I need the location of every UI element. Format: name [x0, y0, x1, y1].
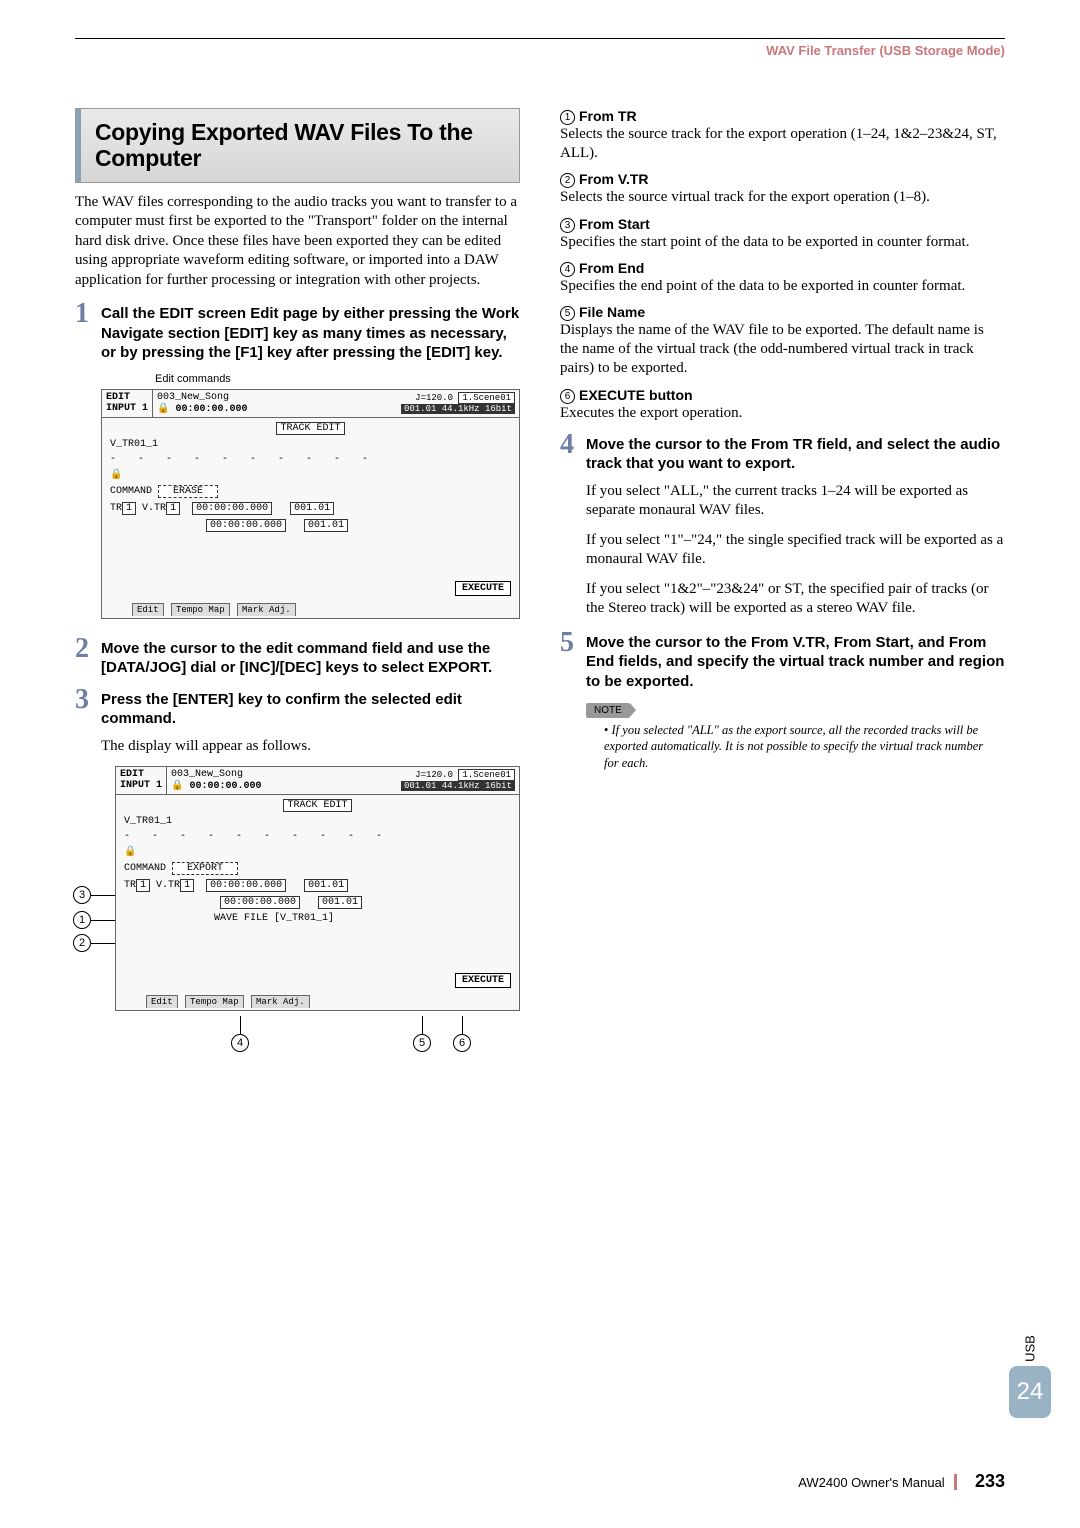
- step-number: 1: [75, 300, 93, 328]
- step-4-body-3: If you select "1&2"–"23&24" or ST, the s…: [560, 580, 1005, 619]
- step-2: 2 Move the cursor to the edit command fi…: [75, 635, 520, 678]
- step-number: 3: [75, 686, 93, 714]
- step-text: Move the cursor to the edit command fiel…: [101, 635, 520, 678]
- def-from-vtr: 2From V.TR Selects the source virtual tr…: [560, 171, 1005, 207]
- right-column: 1From TR Selects the source track for th…: [560, 108, 1005, 1071]
- vtr-label: V_TR01_1: [110, 439, 511, 450]
- chapter-label: USB: [1023, 1327, 1038, 1371]
- step-number: 4: [560, 431, 578, 459]
- callout-3: 3: [73, 886, 91, 904]
- callout-2: 2: [73, 934, 91, 952]
- step-text: Call the EDIT screen Edit page by either…: [101, 300, 520, 363]
- header-info: 003_New_Song 🔒 00:00:00.000 J=120.0 1.Sc…: [153, 390, 519, 417]
- def-file-name: 5File Name Displays the name of the WAV …: [560, 304, 1005, 379]
- intro-paragraph: The WAV files corresponding to the audio…: [75, 193, 520, 291]
- step-4-body-1: If you select "ALL," the current tracks …: [560, 482, 1005, 521]
- left-column: Copying Exported WAV Files To the Comput…: [75, 108, 520, 1071]
- edit-screen-erase: EDIT INPUT 1 003_New_Song 🔒 00:00:00.000…: [101, 389, 520, 619]
- manual-title: AW2400 Owner's Manual: [798, 1475, 945, 1490]
- screen-tabs: Edit Tempo Map Mark Adj.: [132, 603, 298, 616]
- edit-screen-export-wrap: 3 1 2 EDIT INPUT 1 003_New_Song 🔒 00:00:…: [75, 766, 520, 1011]
- figure-label: Edit commands: [75, 373, 520, 385]
- step-number: 5: [560, 629, 578, 657]
- footer-divider: [954, 1474, 957, 1490]
- def-from-start: 3From Start Specifies the start point of…: [560, 216, 1005, 252]
- step-3: 3 Press the [ENTER] key to confirm the s…: [75, 686, 520, 729]
- running-header: WAV File Transfer (USB Storage Mode): [75, 43, 1005, 108]
- def-from-tr: 1From TR Selects the source track for th…: [560, 108, 1005, 163]
- execute-button: EXECUTE: [455, 581, 511, 596]
- note-text: If you selected "ALL" as the export sour…: [560, 722, 1005, 771]
- header-rule: [75, 38, 1005, 39]
- step-4-body-2: If you select "1"–"24," the single speci…: [560, 531, 1005, 570]
- chapter-tab: USB 24: [1008, 1341, 1052, 1418]
- section-heading: Copying Exported WAV Files To the Comput…: [75, 108, 520, 183]
- step-number: 2: [75, 635, 93, 663]
- step-text: Press the [ENTER] key to confirm the sel…: [101, 686, 520, 729]
- def-from-end: 4From End Specifies the end point of the…: [560, 260, 1005, 296]
- callout-6: 6: [453, 1034, 471, 1052]
- callout-1: 1: [73, 911, 91, 929]
- command-export: EXPORT: [172, 862, 238, 875]
- note-badge: NOTE: [586, 703, 630, 718]
- execute-button: EXECUTE: [455, 973, 511, 988]
- step-3-body: The display will appear as follows.: [75, 737, 520, 757]
- command-erase: ERASE: [158, 485, 218, 498]
- def-execute-button: 6EXECUTE button Executes the export oper…: [560, 387, 1005, 423]
- page-number: 233: [975, 1471, 1005, 1491]
- page-footer: AW2400 Owner's Manual 233: [798, 1471, 1005, 1492]
- step-1: 1 Call the EDIT screen Edit page by eith…: [75, 300, 520, 363]
- step-4: 4 Move the cursor to the From TR field, …: [560, 431, 1005, 474]
- step-text: Move the cursor to the From TR field, an…: [586, 431, 1005, 474]
- callout-4: 4: [231, 1034, 249, 1052]
- track-edit-label: TRACK EDIT: [276, 422, 344, 435]
- chapter-number: 24: [1009, 1366, 1051, 1418]
- edit-label: EDIT INPUT 1: [102, 390, 153, 417]
- step-5: 5 Move the cursor to the From V.TR, From…: [560, 629, 1005, 692]
- wave-file-label: WAVE FILE [V_TR01_1]: [124, 913, 511, 924]
- edit-screen-export: EDIT INPUT 1 003_New_Song 🔒 00:00:00.000…: [115, 766, 520, 1011]
- step-text: Move the cursor to the From V.TR, From S…: [586, 629, 1005, 692]
- callout-5: 5: [413, 1034, 431, 1052]
